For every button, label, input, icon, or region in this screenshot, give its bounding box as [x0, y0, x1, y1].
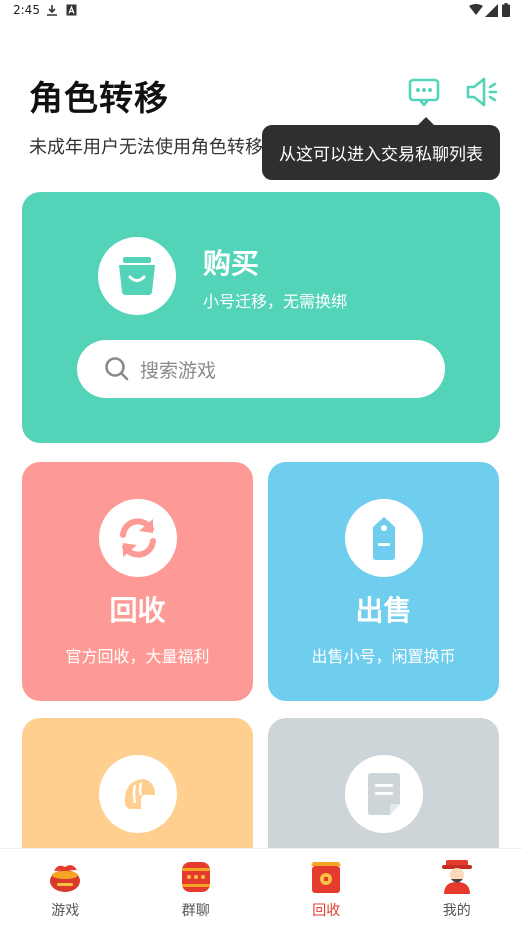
- nav-item-games[interactable]: 游戏: [0, 849, 131, 928]
- document-icon-badge: [345, 755, 423, 833]
- nav-item-group-chat[interactable]: 群聊: [131, 849, 262, 928]
- shopping-basket-icon: [119, 257, 155, 295]
- wifi-icon: [469, 4, 483, 15]
- battery-icon: [502, 3, 510, 17]
- status-time: 2:45: [13, 3, 40, 17]
- signal-icon: [485, 4, 498, 17]
- buy-description: 小号迁移，无需换绑: [203, 292, 348, 311]
- download-icon: [47, 5, 57, 16]
- nav-label-group-chat: 群聊: [181, 903, 210, 919]
- nav-label-recycle: 回收: [312, 903, 341, 919]
- status-bar: 2:45: [0, 0, 522, 24]
- sell-description: 出售小号，闲置换币: [311, 647, 456, 666]
- fortune-god-icon: [441, 860, 472, 894]
- nav-label-games: 游戏: [51, 903, 80, 919]
- announcement-button[interactable]: [464, 74, 500, 110]
- refresh-icon: [120, 518, 156, 558]
- search-icon: [105, 357, 129, 381]
- chat-bubble-icon: [408, 78, 440, 107]
- sell-icon-badge: [345, 499, 423, 577]
- nav-item-recycle[interactable]: 回收: [261, 849, 392, 928]
- tooltip: 从这可以进入交易私聊列表: [262, 125, 500, 180]
- sell-tile[interactable]: 出售 出售小号，闲置换币: [268, 462, 499, 701]
- page-title: 角色转移: [29, 79, 169, 119]
- drum-icon: [181, 862, 210, 892]
- chat-list-button[interactable]: [406, 74, 442, 110]
- buy-card[interactable]: 购买 小号迁移，无需换绑 搜索游戏: [22, 192, 500, 443]
- bottom-nav: 游戏 群聊 回收 我的: [0, 848, 522, 928]
- game-pot-icon: [50, 865, 81, 892]
- helmet-icon-badge: [99, 755, 177, 833]
- sell-title: 出售: [355, 594, 412, 627]
- recycle-description: 官方回收，大量福利: [65, 647, 210, 666]
- recycle-icon-badge: [99, 499, 177, 577]
- document-icon: [368, 773, 400, 815]
- helmet-icon: [124, 779, 155, 809]
- page-subtitle: 未成年用户无法使用角色转移: [29, 137, 263, 158]
- search-input[interactable]: 搜索游戏: [77, 340, 445, 398]
- price-tag-icon: [373, 517, 395, 560]
- buy-icon-badge: [98, 237, 176, 315]
- search-placeholder: 搜索游戏: [140, 359, 217, 382]
- red-envelope-icon: [311, 862, 342, 893]
- recycle-title: 回收: [109, 594, 166, 627]
- nav-item-profile[interactable]: 我的: [392, 849, 522, 928]
- speaker-icon: [466, 77, 498, 107]
- buy-title: 购买: [203, 247, 260, 280]
- notification-a-icon: [66, 4, 77, 16]
- recycle-tile[interactable]: 回收 官方回收，大量福利: [22, 462, 253, 701]
- nav-label-profile: 我的: [442, 903, 471, 919]
